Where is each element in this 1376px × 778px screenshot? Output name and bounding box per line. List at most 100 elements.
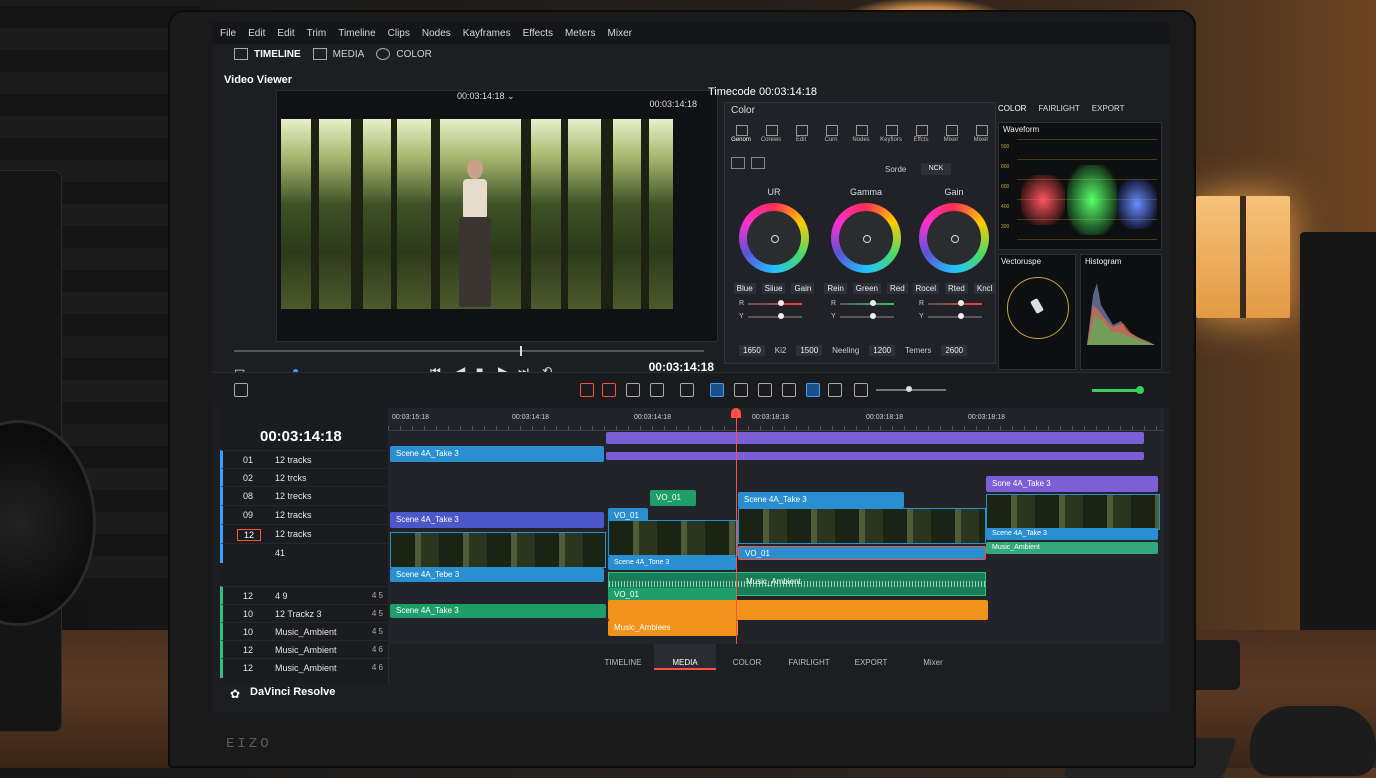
track-header[interactable]: 12 Music_Ambient 4 6 [220, 658, 391, 678]
param-1-value[interactable]: 1650 [739, 345, 765, 356]
track-header[interactable]: 41 [220, 543, 391, 563]
trim-icon[interactable] [602, 383, 616, 397]
clip-film-left[interactable] [390, 532, 606, 568]
clip-film-mid[interactable] [738, 508, 986, 544]
pen-icon[interactable] [734, 383, 748, 397]
clip-vo-small[interactable]: VO_01 [650, 490, 696, 506]
track-controls-icon[interactable]: 4 5 [372, 591, 383, 600]
track-header[interactable]: 10 12 Trackz 3 4 5 [220, 604, 391, 624]
zoom-slider[interactable] [876, 386, 946, 392]
clip-a2-label[interactable]: Scene 4A_Take 3 [390, 604, 606, 618]
track-controls-icon[interactable]: 4 6 [372, 645, 383, 654]
tool-edit[interactable]: Edit [787, 123, 815, 143]
nav-timeline[interactable]: TIMELINE [592, 644, 654, 670]
gamma-color-wheel[interactable] [831, 203, 901, 273]
effects-icon[interactable] [828, 383, 842, 397]
tool-effcts[interactable]: Effcts [907, 123, 935, 143]
menu-nodes[interactable]: Nodes [422, 28, 451, 39]
timeline-area[interactable]: 00:03:15:18 00:03:14:18 00:03:14:18 00:0… [388, 408, 1164, 644]
menu-edit-2[interactable]: Edit [277, 28, 294, 39]
link-icon[interactable] [710, 383, 724, 397]
mute-icon[interactable] [782, 383, 796, 397]
zoom-icon[interactable] [854, 383, 868, 397]
clip-music-far[interactable]: Music_Ambient [986, 542, 1158, 554]
track-header[interactable]: 01 12 tracks [220, 450, 391, 470]
track-controls-icon[interactable]: 4 5 [372, 609, 383, 618]
nav-color[interactable]: COLOR [716, 644, 778, 670]
clip-orange[interactable]: Music_Ambiees [608, 620, 738, 636]
menu-clips[interactable]: Clips [388, 28, 410, 39]
marker-icon[interactable] [758, 383, 772, 397]
param-3-value[interactable]: 1200 [869, 345, 896, 356]
param-2-value[interactable]: 1500 [796, 345, 823, 356]
lift-slider-r[interactable] [748, 299, 803, 306]
nav-media[interactable]: MEDIA [654, 644, 716, 670]
track-header[interactable]: 12 Music_Ambient 4 6 [220, 640, 391, 660]
nav-mixer[interactable]: Mixer [902, 644, 964, 670]
scope-tab-color[interactable]: COLOR [998, 104, 1026, 113]
menu-mixer[interactable]: Mixer [608, 28, 632, 39]
playhead[interactable] [731, 408, 741, 644]
tab-timeline[interactable]: TIMELINE [234, 48, 301, 60]
menu-file[interactable]: File [220, 28, 236, 39]
track-controls-icon[interactable]: 4 5 [372, 627, 383, 636]
tool-genom[interactable]: Genom [727, 123, 755, 143]
lift-color-wheel[interactable] [739, 203, 809, 273]
tab-media[interactable]: MEDIA [312, 48, 364, 60]
tool-mixer-2[interactable]: Mixer [967, 123, 995, 143]
clip-vo-a1[interactable]: VO_01 [738, 546, 986, 560]
track-header[interactable]: 10 Music_Ambient 4 5 [220, 622, 391, 642]
clip-film-label[interactable]: Scene 4A_Tone 3 [608, 556, 736, 570]
list-icon[interactable] [751, 157, 765, 169]
menu-effects[interactable]: Effects [523, 28, 553, 39]
snapshot-icon[interactable] [650, 383, 664, 397]
clip-scene-top[interactable]: Scene 4A_Take 3 [390, 446, 604, 462]
track-header[interactable]: 02 12 trcks [220, 468, 391, 488]
camera-icon[interactable] [626, 383, 640, 397]
scrub-bar[interactable] [234, 346, 704, 356]
nav-export[interactable]: EXPORT [840, 644, 902, 670]
pointer-icon[interactable] [580, 383, 594, 397]
menu-trim[interactable]: Trim [307, 28, 327, 39]
gain-color-wheel[interactable] [919, 203, 989, 273]
clip-scene-far2[interactable]: Scene 4A_Take 3 [986, 528, 1158, 540]
viewer-timecode[interactable]: 00:03:14:18 ⌄ [457, 91, 515, 102]
menu-timeline[interactable]: Timeline [338, 28, 375, 39]
clip-scene-v2[interactable]: Scene 4A_Take 3 [390, 512, 604, 528]
tool-corews[interactable]: Corews [757, 123, 785, 143]
gamma-slider-y[interactable] [839, 312, 894, 319]
menu-meters[interactable]: Meters [565, 28, 596, 39]
menu-edit[interactable]: Edit [248, 28, 265, 39]
track-header[interactable]: 12 12 tracks [220, 524, 391, 544]
volume-slider[interactable] [1092, 386, 1144, 394]
lift-slider-y[interactable] [747, 312, 802, 319]
tool-curn[interactable]: Curn [817, 123, 845, 143]
clip-scene-far[interactable]: Sone 4A_Take 3 [986, 476, 1158, 492]
clip-scene-mid[interactable]: Scene 4A_Take 3 [738, 492, 904, 508]
clip-violet-strip[interactable] [606, 452, 1144, 460]
record-icon[interactable] [806, 383, 820, 397]
clip-title-bar[interactable] [606, 432, 1144, 444]
track-header[interactable]: 08 12 trecks [220, 486, 391, 506]
timeline-ruler[interactable]: 00:03:15:18 00:03:14:18 00:03:14:18 00:0… [388, 412, 1164, 431]
gain-slider-r[interactable] [928, 299, 983, 306]
scope-tab-export[interactable]: EXPORT [1092, 104, 1125, 113]
scrub-handle[interactable] [520, 346, 522, 356]
scope-tab-fairlight[interactable]: FAIRLIGHT [1038, 104, 1079, 113]
param-4-value[interactable]: 2600 [941, 345, 968, 356]
video-viewer[interactable]: 00:03:14:18 ⌄ 00:03:14:18 [276, 90, 718, 342]
clip-orange-bar[interactable] [608, 600, 988, 620]
clip-film-center[interactable] [608, 520, 738, 556]
gamma-slider-r[interactable] [840, 299, 895, 306]
tab-color[interactable]: COLOR [376, 48, 432, 60]
menu-keyframes[interactable]: Kayframes [463, 28, 511, 39]
gain-slider-y[interactable] [927, 312, 982, 319]
track-header[interactable]: 12 4 9 4 5 [220, 586, 391, 606]
track-header[interactable]: 09 12 tracks [220, 505, 391, 525]
tool-keyfiors[interactable]: Keyfiors [877, 123, 905, 143]
clip-film-right[interactable] [986, 494, 1160, 530]
track-controls-icon[interactable]: 4 6 [372, 663, 383, 672]
flag-icon[interactable] [680, 383, 694, 397]
mode-select[interactable]: NCK [921, 163, 951, 175]
grid-icon[interactable] [731, 157, 745, 169]
